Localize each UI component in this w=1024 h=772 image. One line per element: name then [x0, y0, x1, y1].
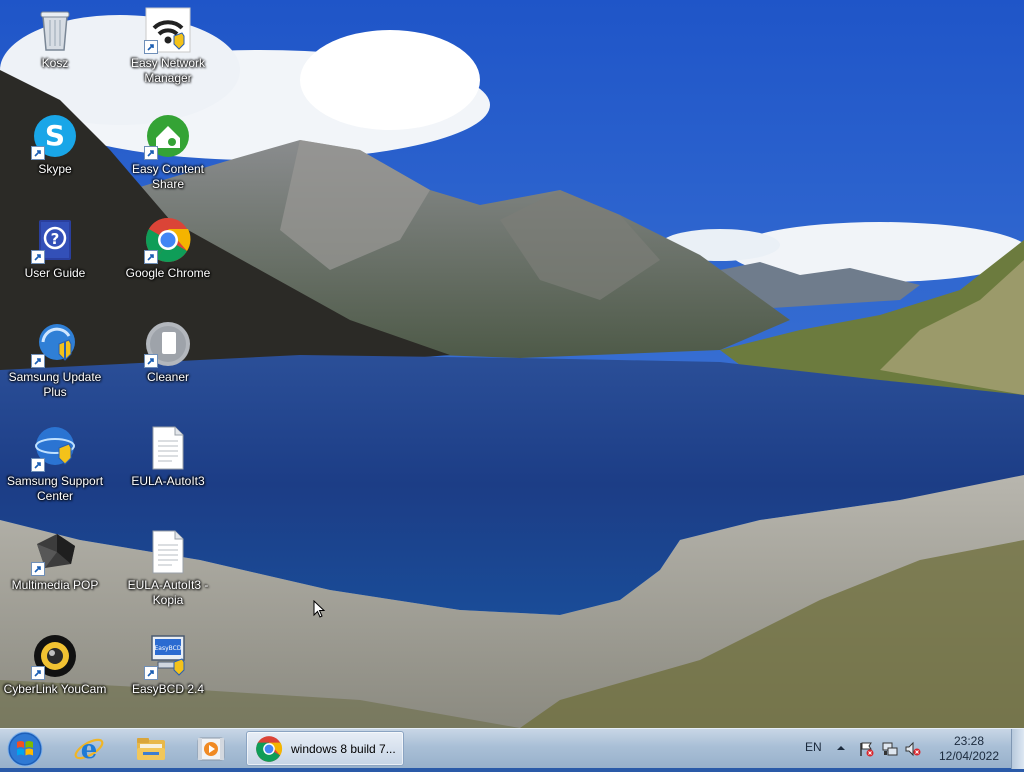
- desktop-icon-label: Easy Network Manager: [130, 56, 206, 85]
- easy-network-manager-icon: [144, 6, 192, 54]
- shortcut-arrow-icon: [31, 250, 45, 264]
- desktop-icon-label: Samsung Support Center: [6, 474, 104, 503]
- shortcut-arrow-icon: [31, 562, 45, 576]
- clock-date: 12/04/2022: [938, 749, 1000, 763]
- user-guide-icon: ?: [31, 216, 79, 264]
- cleaner-icon: [144, 320, 192, 368]
- action-center-flag-icon[interactable]: [858, 741, 874, 757]
- shortcut-arrow-icon: [144, 666, 158, 680]
- desktop-icon-eula-autoit3-kopia[interactable]: EULA-AutoIt3 - Kopia: [113, 528, 223, 608]
- shortcut-arrow-icon: [31, 666, 45, 680]
- taskbar-pinned-internet-explorer[interactable]: e: [66, 732, 112, 766]
- volume-muted-icon[interactable]: [905, 741, 921, 757]
- desktop-icon-label: Google Chrome: [125, 266, 211, 280]
- desktop-icon-label: Kosz: [41, 56, 69, 70]
- clock-time: 23:28: [953, 734, 985, 748]
- taskbar-pinned-media-player[interactable]: [188, 732, 234, 766]
- desktop-icon-label: EULA-AutoIt3 - Kopia: [127, 578, 209, 607]
- recycle-bin-icon: [31, 6, 79, 54]
- show-desktop-button[interactable]: [1011, 729, 1024, 769]
- chrome-icon: [256, 735, 283, 762]
- samsung-update-plus-icon: [31, 320, 79, 368]
- svg-text:?: ?: [51, 230, 60, 248]
- desktop-icon-label: Cleaner: [146, 370, 190, 384]
- samsung-support-center-icon: [31, 424, 79, 472]
- desktop-icon-samsung-update-plus[interactable]: Samsung Update Plus: [0, 320, 110, 400]
- desktop-icon-easy-network-manager[interactable]: Easy Network Manager: [113, 6, 223, 86]
- internet-explorer-icon: e: [74, 735, 104, 764]
- show-hidden-icons-chevron-icon[interactable]: [836, 741, 846, 755]
- text-document-icon: [144, 424, 192, 472]
- mouse-cursor-icon: [313, 600, 325, 618]
- desktop-icon-easy-content-share[interactable]: Easy Content Share: [113, 112, 223, 192]
- text-document-icon: [144, 528, 192, 576]
- windows-logo-icon: [7, 731, 43, 767]
- language-indicator[interactable]: EN: [805, 740, 822, 754]
- desktop-icon-samsung-support-center[interactable]: Samsung Support Center: [0, 424, 110, 504]
- system-clock[interactable]: 23:28 12/04/2022: [934, 734, 1004, 764]
- shortcut-arrow-icon: [31, 458, 45, 472]
- shortcut-arrow-icon: [31, 354, 45, 368]
- start-button[interactable]: [6, 731, 44, 767]
- easy-content-share-icon: [144, 112, 192, 160]
- desktop-icon-cyberlink-youcam[interactable]: CyberLink YouCam: [0, 632, 110, 697]
- network-icon[interactable]: [882, 741, 898, 757]
- desktop-icon-skype[interactable]: S Skype: [0, 112, 110, 177]
- desktop-icon-user-guide[interactable]: ? User Guide: [0, 216, 110, 281]
- desktop-icon-recycle-bin[interactable]: Kosz: [0, 6, 110, 71]
- chrome-icon: [144, 216, 192, 264]
- desktop-icon-easybcd[interactable]: EasyBCD EasyBCD 2.4: [113, 632, 223, 697]
- desktop-icon-label: EasyBCD 2.4: [131, 682, 205, 696]
- taskbar-pinned-file-explorer[interactable]: [128, 732, 174, 766]
- easybcd-icon: EasyBCD: [144, 632, 192, 680]
- desktop-icon-label: Samsung Update Plus: [8, 370, 102, 399]
- desktop-icon-label: Easy Content Share: [131, 162, 205, 191]
- desktop-icon-google-chrome[interactable]: Google Chrome: [113, 216, 223, 281]
- shortcut-arrow-icon: [144, 40, 158, 54]
- desktop-icon-label: Skype: [38, 162, 72, 176]
- multimedia-pop-icon: [31, 528, 79, 576]
- taskbar-window-chrome[interactable]: windows 8 build 7...: [246, 731, 404, 766]
- cyberlink-youcam-icon: [31, 632, 79, 680]
- shortcut-arrow-icon: [144, 146, 158, 160]
- file-explorer-icon: [137, 738, 165, 760]
- taskbar-window-title: windows 8 build 7...: [291, 741, 396, 756]
- shortcut-arrow-icon: [144, 250, 158, 264]
- desktop-icon-eula-autoit3[interactable]: EULA-AutoIt3: [113, 424, 223, 489]
- svg-text:e: e: [81, 735, 98, 764]
- desktop-icon-multimedia-pop[interactable]: Multimedia POP: [0, 528, 110, 593]
- taskbar: e windows 8 build 7... EN 23:28 12/04/20…: [0, 728, 1024, 769]
- shortcut-arrow-icon: [31, 146, 45, 160]
- media-player-icon: [197, 737, 225, 761]
- desktop-icon-cleaner[interactable]: Cleaner: [113, 320, 223, 385]
- desktop-icon-label: EULA-AutoIt3: [131, 474, 205, 488]
- desktop-icon-label: CyberLink YouCam: [3, 682, 107, 696]
- desktop-icon-label: Multimedia POP: [11, 578, 99, 592]
- shortcut-arrow-icon: [144, 354, 158, 368]
- svg-text:S: S: [45, 119, 65, 152]
- skype-icon: S: [31, 112, 79, 160]
- desktop-icon-label: User Guide: [24, 266, 86, 280]
- svg-text:EasyBCD: EasyBCD: [155, 645, 182, 652]
